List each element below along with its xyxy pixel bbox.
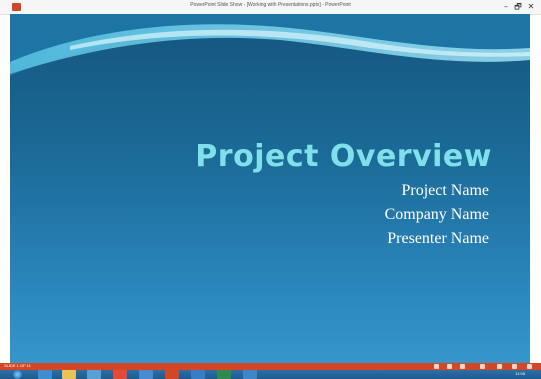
slide-canvas[interactable]: Project Overview Project Name Company Na…: [10, 14, 530, 363]
folder-icon[interactable]: [62, 370, 76, 379]
taskbar-app-icon[interactable]: [243, 370, 257, 379]
file-explorer-icon[interactable]: [38, 370, 52, 379]
slide-counter: SLIDE 1 OF 11: [4, 363, 31, 368]
taskbar: 11:05: [0, 370, 541, 379]
company-name-line: Company Name: [384, 206, 489, 223]
clock: 11:05: [515, 371, 525, 376]
slide-sorter-icon[interactable]: [480, 364, 485, 369]
normal-view-icon[interactable]: [460, 364, 465, 369]
powerpoint-icon[interactable]: [165, 370, 179, 379]
project-name-line: Project Name: [401, 182, 489, 199]
slide-title: Project Overview: [195, 139, 492, 174]
notes-icon[interactable]: [434, 364, 439, 369]
outlook-icon[interactable]: [191, 370, 205, 379]
presenter-name-line: Presenter Name: [387, 230, 489, 247]
restore-button[interactable]: 🗗: [513, 1, 523, 12]
close-button[interactable]: ✕: [526, 1, 536, 12]
window-title: PowerPoint Slide Show - [Working with Pr…: [190, 2, 351, 8]
reading-view-icon[interactable]: [497, 364, 502, 369]
start-button[interactable]: [13, 370, 22, 379]
excel-icon[interactable]: [217, 370, 231, 379]
status-bar: SLIDE 1 OF 11: [0, 363, 541, 370]
word-icon[interactable]: [139, 370, 153, 379]
chrome-icon[interactable]: [113, 370, 127, 379]
slideshow-icon[interactable]: [512, 364, 517, 369]
minimize-button[interactable]: –: [501, 1, 511, 12]
media-player-icon[interactable]: [87, 370, 101, 379]
window-titlebar: PowerPoint Slide Show - [Working with Pr…: [0, 0, 541, 15]
zoom-icon[interactable]: [527, 364, 532, 369]
comments-icon[interactable]: [447, 364, 452, 369]
